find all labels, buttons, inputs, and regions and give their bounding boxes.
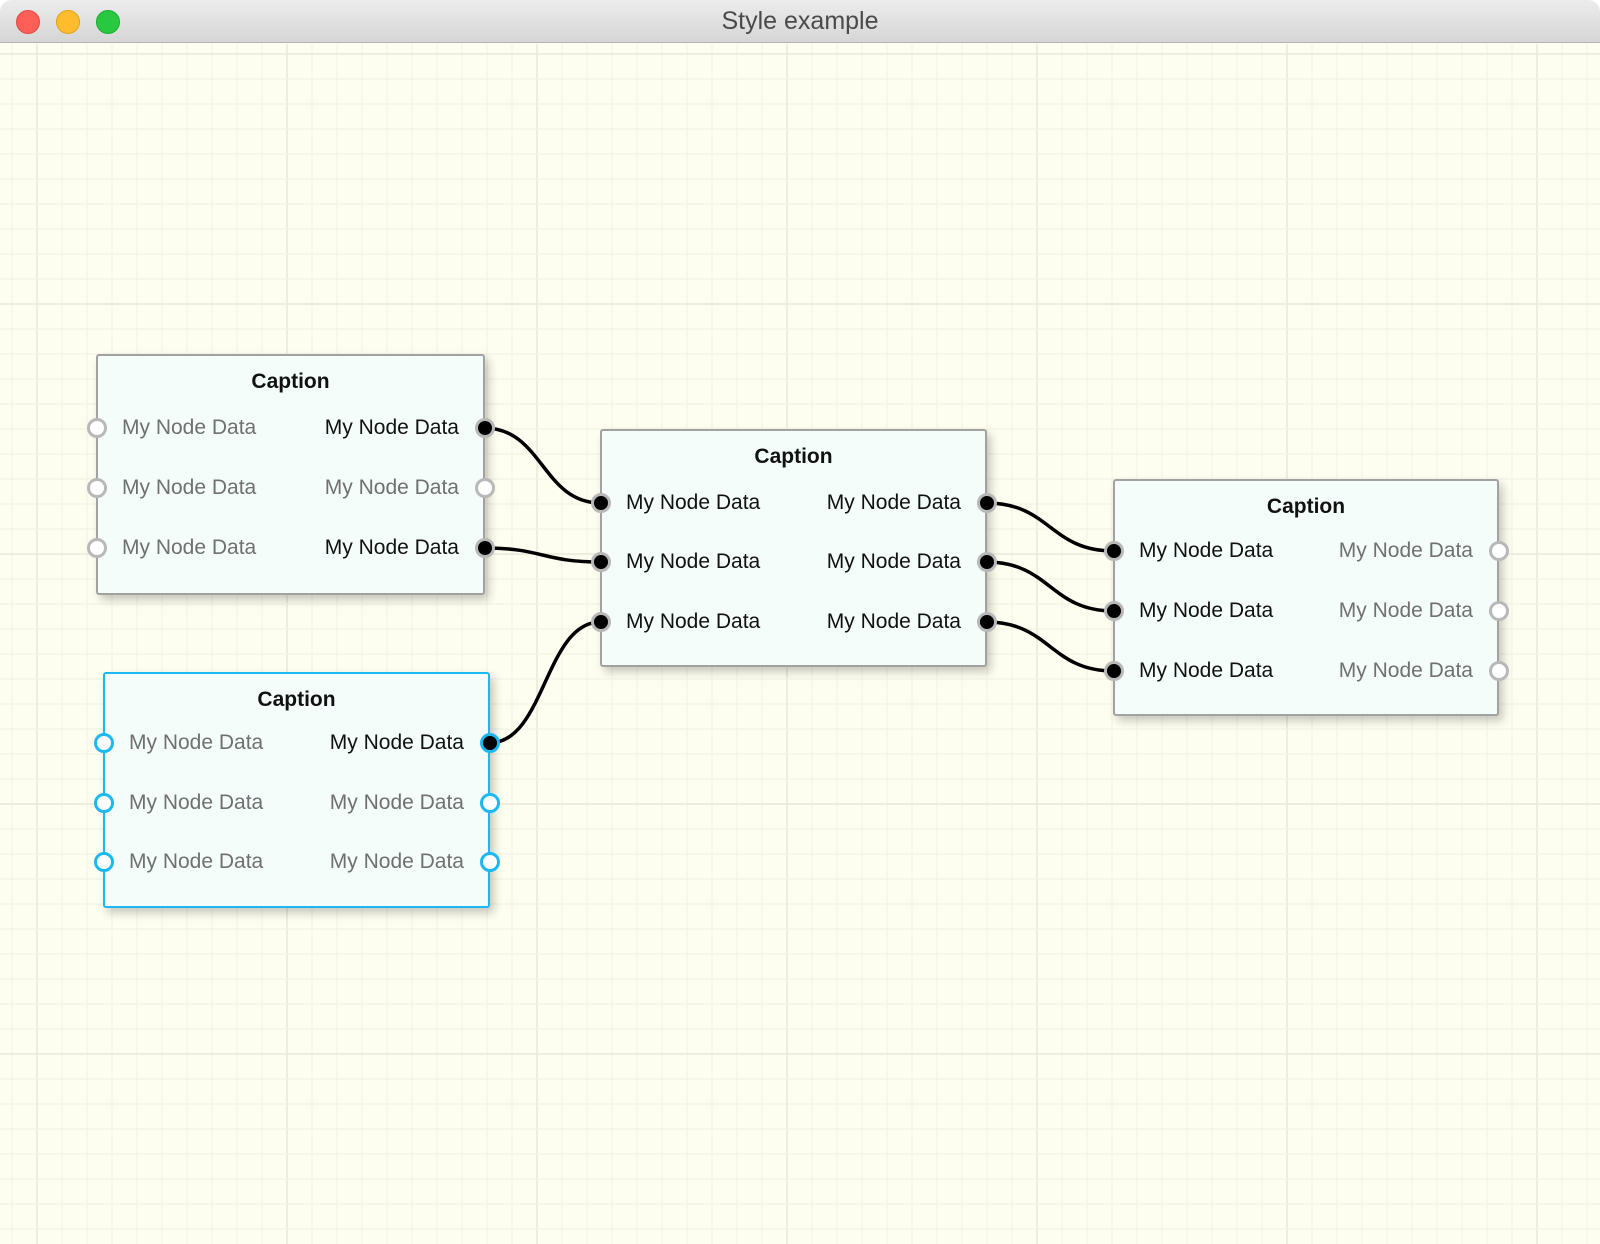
output-port[interactable] — [474, 478, 495, 498]
node-row: My Node Data My Node Data — [86, 473, 495, 503]
input-port[interactable] — [590, 612, 611, 632]
output-port[interactable] — [976, 552, 997, 572]
input-label: My Node Data — [122, 416, 257, 439]
input-port[interactable] — [86, 478, 107, 498]
output-port[interactable] — [474, 538, 495, 558]
output-port[interactable] — [479, 793, 500, 813]
output-label: My Node Data — [826, 550, 961, 573]
node-row: My Node Data My Node Data — [590, 547, 997, 577]
input-label: My Node Data — [626, 491, 761, 514]
node-row: My Node Data My Node Data — [1103, 536, 1509, 566]
node-row: My Node Data My Node Data — [590, 607, 997, 637]
title-bar[interactable]: Style example — [0, 0, 1600, 43]
output-label: My Node Data — [1338, 539, 1473, 562]
output-label: My Node Data — [329, 791, 464, 814]
node-caption: Caption — [251, 370, 330, 393]
output-label: My Node Data — [1338, 599, 1473, 622]
input-port[interactable] — [1103, 601, 1124, 621]
node[interactable]: Caption My Node Data My Node Data My Nod… — [590, 429, 997, 667]
node-row: My Node Data My Node Data — [86, 533, 495, 563]
output-port[interactable] — [1488, 661, 1509, 681]
input-label: My Node Data — [122, 476, 257, 499]
input-port[interactable] — [1103, 661, 1124, 681]
output-port[interactable] — [1488, 601, 1509, 621]
output-label: My Node Data — [329, 850, 464, 873]
node-row: My Node Data My Node Data — [590, 488, 997, 518]
input-label: My Node Data — [626, 610, 761, 633]
input-port[interactable] — [93, 793, 114, 813]
node-row: My Node Data My Node Data — [1103, 596, 1509, 626]
output-label: My Node Data — [329, 731, 464, 754]
input-label: My Node Data — [1139, 599, 1274, 622]
node-row: My Node Data My Node Data — [93, 847, 500, 877]
input-label: My Node Data — [626, 550, 761, 573]
output-label: My Node Data — [324, 416, 459, 439]
input-port[interactable] — [93, 852, 114, 872]
input-label: My Node Data — [129, 850, 264, 873]
input-port[interactable] — [590, 552, 611, 572]
output-port[interactable] — [474, 418, 495, 438]
node-caption: Caption — [1266, 495, 1346, 518]
input-port[interactable] — [86, 418, 107, 438]
output-label: My Node Data — [826, 610, 961, 633]
input-label: My Node Data — [1139, 539, 1274, 562]
node[interactable]: Caption My Node Data My Node Data My Nod… — [86, 354, 495, 595]
node-caption: Caption — [754, 445, 833, 468]
input-label: My Node Data — [129, 791, 264, 814]
input-label: My Node Data — [129, 731, 264, 754]
node-caption: Caption — [257, 688, 336, 711]
input-port[interactable] — [590, 493, 611, 513]
output-label: My Node Data — [324, 536, 459, 559]
input-port[interactable] — [93, 733, 114, 753]
input-label: My Node Data — [1139, 659, 1274, 682]
app-window: Style example Caption My Node Data My No… — [0, 0, 1600, 1244]
output-port[interactable] — [479, 733, 500, 753]
input-port[interactable] — [86, 538, 107, 558]
node-row: My Node Data My Node Data — [93, 788, 500, 818]
output-label: My Node Data — [826, 491, 961, 514]
output-port[interactable] — [479, 852, 500, 872]
output-port[interactable] — [1488, 541, 1509, 561]
node-row: My Node Data My Node Data — [1103, 656, 1509, 686]
node-row: My Node Data My Node Data — [86, 413, 495, 443]
node[interactable]: Caption My Node Data My Node Data My Nod… — [93, 672, 500, 908]
output-port[interactable] — [976, 612, 997, 632]
output-port[interactable] — [976, 493, 997, 513]
input-label: My Node Data — [122, 536, 257, 559]
node-row: My Node Data My Node Data — [93, 728, 500, 758]
output-label: My Node Data — [1338, 659, 1473, 682]
output-label: My Node Data — [324, 476, 459, 499]
input-port[interactable] — [1103, 541, 1124, 561]
window-title: Style example — [721, 7, 879, 35]
node[interactable]: Caption My Node Data My Node Data My Nod… — [1103, 479, 1509, 716]
node-editor-canvas[interactable]: Caption My Node Data My Node Data My Nod… — [0, 44, 1600, 1244]
